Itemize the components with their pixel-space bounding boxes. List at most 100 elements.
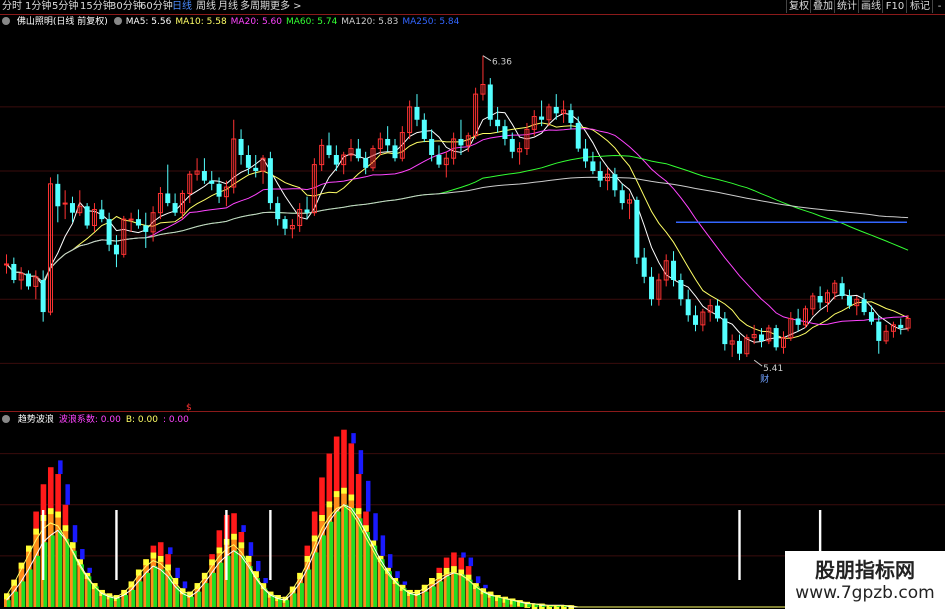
- ma5-line: [6, 111, 909, 343]
- period-tab-1[interactable]: 1分钟: [25, 0, 51, 14]
- toolbar-button-2[interactable]: 统计: [834, 0, 859, 13]
- candle: [744, 334, 750, 357]
- green-bar: [65, 538, 70, 607]
- candlesticks: [4, 55, 911, 361]
- ma-legend-5: MA250: 5.84: [402, 17, 460, 27]
- yellow-cap: [216, 547, 223, 554]
- red-bar: [157, 542, 164, 556]
- red-bar: [150, 545, 157, 553]
- toolbar-button-3[interactable]: 画线: [858, 0, 883, 13]
- candle: [634, 196, 640, 264]
- red-bar: [238, 531, 245, 543]
- candle: [194, 158, 200, 181]
- period-tab-9[interactable]: 多周期: [240, 0, 270, 14]
- candle: [106, 212, 112, 252]
- green-bar: [138, 581, 143, 607]
- blue-bar: [65, 484, 70, 505]
- high-pointer: [482, 55, 492, 62]
- period-tab-6[interactable]: 日线: [172, 0, 192, 14]
- green-bar: [6, 600, 11, 607]
- yellow-cap: [33, 528, 39, 535]
- green-bar: [453, 572, 458, 607]
- yellow-cap: [238, 542, 245, 549]
- candle: [685, 289, 691, 322]
- candle: [113, 235, 119, 268]
- green-bar: [446, 576, 451, 607]
- green-bar: [417, 595, 422, 607]
- yellow-cap: [355, 508, 362, 515]
- candle: [780, 331, 786, 354]
- period-toolbar: 分时 1分钟 5分钟 15分钟 30分钟 60分钟 日线 周线 月线 多周期 更多 > 复权 叠加 统计画…: [0, 0, 945, 14]
- candle: [319, 138, 325, 172]
- blue-bar: [358, 450, 364, 475]
- period-tab-2[interactable]: 5分钟: [52, 0, 78, 14]
- candle: [385, 126, 391, 152]
- period-tab-7[interactable]: 周线: [196, 0, 216, 14]
- signal-line-0: [41, 510, 45, 580]
- candle: [715, 299, 721, 322]
- candle: [824, 289, 830, 313]
- candle: [157, 187, 163, 220]
- blue-bar: [351, 433, 356, 444]
- green-bar: [439, 581, 444, 607]
- yellow-cap: [150, 552, 157, 559]
- candle: [355, 138, 361, 162]
- green-bar: [153, 566, 158, 607]
- red-bar: [355, 474, 362, 509]
- ma-legend-3: MA60: 5.74: [285, 17, 338, 27]
- yellow-cap: [47, 508, 54, 515]
- candle: [55, 174, 61, 223]
- main-legend: 佛山照明(日线 前复权) MA5: 5.56 MA10: 5.58 MA20: 5.6…: [0, 16, 463, 28]
- ma60-line: [6, 154, 909, 283]
- yellow-cap: [348, 494, 355, 501]
- blue-bar: [72, 525, 78, 543]
- watermark-logo: 股朋指标网 www.7gpzb.com: [785, 551, 945, 609]
- green-bar: [160, 569, 165, 607]
- candle: [671, 251, 677, 287]
- candle: [128, 212, 134, 232]
- toolbar-button-6[interactable]: -: [932, 0, 945, 13]
- candle: [282, 215, 288, 236]
- candle: [583, 138, 589, 168]
- candle: [187, 171, 193, 204]
- green-bar: [219, 562, 224, 607]
- green-bar: [358, 518, 363, 607]
- red-bar: [311, 511, 318, 536]
- candle: [223, 180, 229, 207]
- toolbar-button-4[interactable]: F10: [882, 0, 907, 13]
- ma-settings-icon[interactable]: [113, 17, 122, 25]
- candle: [597, 161, 603, 188]
- blue-bar: [87, 567, 92, 573]
- candle: [47, 177, 53, 316]
- grid-lines: [0, 14, 945, 557]
- period-tab-4[interactable]: 30分钟: [110, 0, 143, 14]
- green-bar: [146, 572, 150, 607]
- period-tab-5[interactable]: 60分钟: [140, 0, 173, 14]
- toolbar-button-5[interactable]: 标记: [906, 0, 933, 13]
- ma10-line: [6, 122, 909, 339]
- toolbar-button-0[interactable]: 复权: [786, 0, 811, 13]
- candle: [62, 190, 68, 220]
- indicator-settings-icon[interactable]: [2, 415, 10, 423]
- kline-chart[interactable]: 6.36 5.41财 $: [0, 0, 945, 609]
- period-tab-10[interactable]: 更多 >: [270, 0, 302, 14]
- red-bar: [165, 554, 171, 565]
- red-bar: [55, 474, 61, 512]
- settings-icon[interactable]: [2, 17, 10, 25]
- candle: [480, 55, 486, 101]
- green-bar: [314, 552, 319, 607]
- green-bar: [204, 583, 209, 607]
- ma20-line: [6, 128, 909, 326]
- period-tab-8[interactable]: 月线: [218, 0, 238, 14]
- candle: [678, 273, 684, 306]
- green-bar: [336, 511, 341, 607]
- toolbar-button-1[interactable]: 叠加: [810, 0, 835, 13]
- yellow-cap: [326, 501, 333, 508]
- candle: [495, 106, 501, 133]
- price-annotations: 6.36 5.41财 $: [186, 55, 783, 413]
- candle: [898, 318, 904, 335]
- candle: [766, 324, 772, 345]
- period-tab-0[interactable]: 分时: [2, 0, 22, 14]
- period-tab-3[interactable]: 15分钟: [80, 0, 113, 14]
- green-bar: [212, 572, 216, 607]
